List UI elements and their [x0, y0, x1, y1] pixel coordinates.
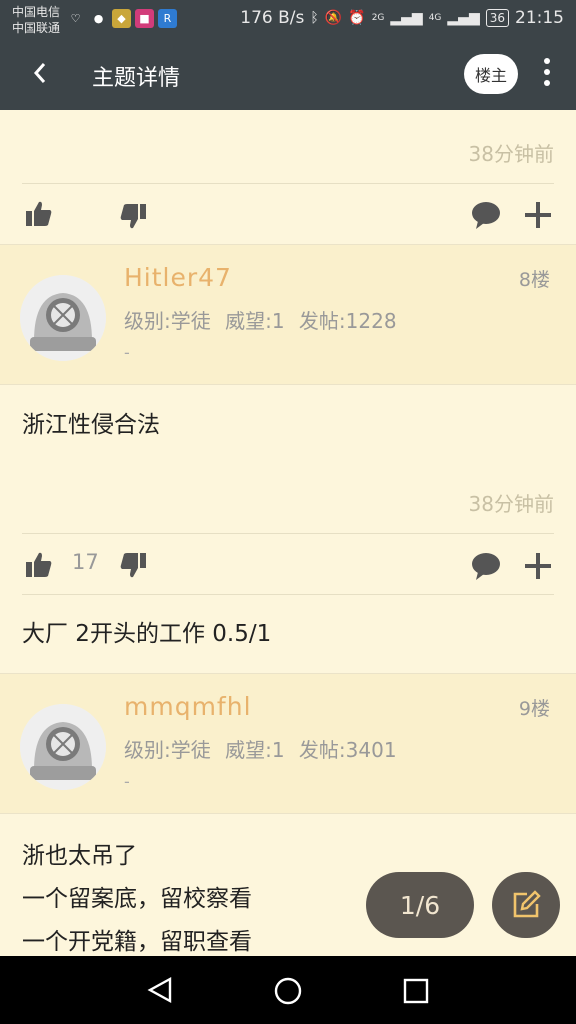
post-text-line: 浙也太吊了 [22, 843, 137, 869]
floor-number: 9楼 [518, 698, 550, 720]
divider [22, 594, 554, 595]
post-time: 38分钟前 [468, 142, 554, 166]
thumb-down-icon[interactable] [118, 201, 148, 231]
user-signature: - [124, 772, 130, 791]
section-divider [0, 813, 576, 814]
app-icon-b: ■ [135, 9, 154, 28]
thumb-down-icon[interactable] [118, 550, 148, 580]
app-icon-c: R [158, 9, 177, 28]
signal-icon-2: ▂▄▆ [447, 10, 480, 26]
chevron-left-icon [33, 63, 46, 83]
post-actions: 17 [0, 536, 576, 596]
reply-preview[interactable]: 大厂 2开头的工作 0.5/1 [22, 613, 271, 656]
nav-back-icon[interactable] [146, 976, 174, 1004]
avatar[interactable] [20, 704, 106, 790]
net-speed: 176 B/s [240, 8, 305, 28]
app-bar: 主题详情 楼主 [0, 40, 576, 110]
back-button[interactable] [30, 58, 50, 96]
post-text-line: 一个留案底，留校察看 [22, 886, 252, 912]
nav-recents-icon[interactable] [402, 977, 430, 1005]
network-4g-label: 4G [428, 13, 442, 23]
username[interactable]: mmqmfhl [124, 692, 252, 721]
clock: 21:15 [515, 8, 564, 28]
diving-helmet-avatar-icon [20, 704, 106, 790]
plus-icon[interactable] [522, 199, 554, 231]
thumb-up-icon[interactable] [24, 199, 54, 229]
comment-icon[interactable] [470, 550, 502, 582]
app-icon-a: ◆ [112, 9, 131, 28]
carrier-1: 中国电信 [12, 5, 61, 19]
owner-only-button[interactable]: 楼主 [464, 54, 518, 94]
compose-button[interactable] [492, 872, 560, 938]
network-2g-label: 2G [371, 13, 385, 23]
page-title: 主题详情 [92, 66, 181, 91]
post-time: 38分钟前 [468, 492, 554, 516]
user-signature: - [124, 343, 130, 362]
edit-icon [513, 890, 541, 918]
user-meta: 级别:学徒 威望:1 发帖:1228 [124, 309, 397, 333]
bluetooth-icon: ᛒ [310, 10, 319, 26]
avatar[interactable] [20, 275, 106, 361]
diving-helmet-avatar-icon [20, 275, 106, 361]
alarm-icon: ⏰ [348, 10, 366, 26]
user-meta: 级别:学徒 威望:1 发帖:3401 [124, 738, 397, 762]
carrier-2: 中国联通 [12, 21, 61, 35]
system-nav-bar [0, 956, 576, 1024]
mute-icon: 🔕 [324, 10, 343, 26]
floor-number: 8楼 [518, 269, 550, 291]
section-divider [0, 384, 576, 385]
more-menu-button[interactable] [540, 58, 554, 92]
username[interactable]: Hitler47 [124, 263, 232, 292]
thread-content[interactable]: 38分钟前 Hitler47 8楼 级别:学徒 威望:1 发帖:1228 - 浙… [0, 110, 576, 956]
post-text-line: 一个开党籍，留职查看 [22, 929, 252, 955]
page-indicator-button[interactable]: 1/6 [366, 872, 474, 938]
signal-icon: ▂▄▆ [390, 10, 423, 26]
plus-icon[interactable] [522, 550, 554, 582]
thumb-up-icon[interactable] [24, 550, 54, 580]
battery-icon: 36 [485, 9, 509, 27]
post-header-8[interactable]: Hitler47 8楼 级别:学徒 威望:1 发帖:1228 - [0, 245, 576, 385]
post-text: 浙江性侵合法 [22, 412, 160, 438]
comment-icon[interactable] [470, 199, 502, 231]
divider [22, 183, 554, 184]
status-right: 176 B/s ᛒ 🔕 ⏰ 2G ▂▄▆ 4G ▂▄▆ 36 21:15 [240, 8, 564, 28]
post-actions [0, 185, 576, 245]
nav-home-icon[interactable] [273, 976, 303, 1006]
divider [22, 533, 554, 534]
post-header-9[interactable]: mmqmfhl 9楼 级别:学徒 威望:1 发帖:3401 - [0, 674, 576, 814]
ghost-icon: ● [93, 12, 104, 25]
carrier-labels: 中国电信 中国联通 [12, 4, 60, 36]
status-bar: 中国电信 中国联通 ♡ ● ◆ ■ R 176 B/s ᛒ 🔕 ⏰ 2G ▂▄▆… [0, 0, 576, 40]
notification-icons: ♡ ● ◆ ■ R [66, 9, 177, 28]
more-vert-icon [540, 58, 554, 86]
like-count: 17 [72, 550, 99, 574]
heart-rate-icon: ♡ [70, 12, 81, 25]
